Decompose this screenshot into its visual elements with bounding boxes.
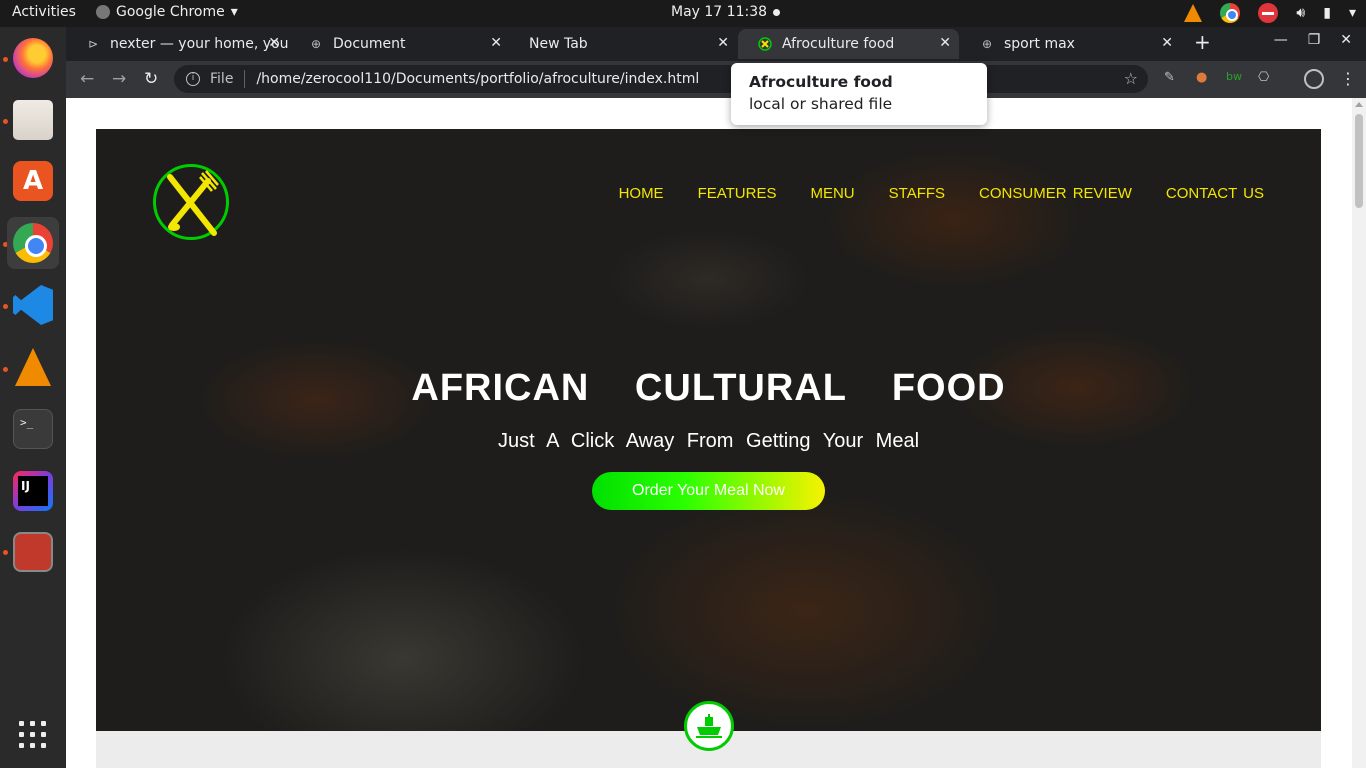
nav-staffs[interactable]: STAFFS — [889, 185, 945, 202]
scroll-up-arrow-icon[interactable] — [1355, 102, 1363, 107]
dock-vscode[interactable] — [7, 279, 59, 331]
tab-title: Document — [333, 36, 406, 52]
google-chrome-icon — [13, 223, 53, 263]
extension-pen-icon[interactable]: ✎ — [1164, 70, 1175, 85]
nav-menu[interactable]: MENU — [810, 185, 854, 202]
close-icon[interactable]: ✕ — [717, 35, 729, 51]
site-nav: HOME FEATURES MENU STAFFS CONSUMER REVIE… — [619, 185, 1264, 202]
do-not-disturb-icon[interactable] — [1258, 3, 1279, 23]
chrome-app-icon — [96, 5, 110, 19]
tab-sport-max[interactable]: ⊕ sport max ✕ — [960, 29, 1181, 59]
back-arrow-icon[interactable]: ← — [80, 69, 94, 89]
tab-title: New Tab — [529, 36, 588, 52]
show-applications-icon[interactable] — [19, 721, 47, 749]
globe-icon: ⊕ — [981, 37, 993, 51]
nav-contact-us[interactable]: CONTACT US — [1166, 185, 1264, 202]
tab-afroculture-food[interactable]: Afroculture food ✕ — [738, 29, 959, 59]
app-menu[interactable]: Google Chrome ▾ — [96, 4, 238, 20]
close-icon[interactable]: ✕ — [939, 35, 951, 51]
play-chevron-icon: ⊳ — [87, 37, 99, 51]
intellij-icon: IJ — [13, 471, 53, 511]
app-menu-label: Google Chrome — [116, 4, 225, 20]
dock-files[interactable] — [7, 94, 59, 146]
reload-icon[interactable]: ↻ — [144, 69, 158, 89]
files-icon — [13, 100, 53, 140]
chrome-tray-icon[interactable] — [1220, 3, 1241, 23]
kebab-menu-icon[interactable]: ⋮ — [1340, 69, 1356, 88]
close-window-icon[interactable]: ✕ — [1340, 32, 1352, 48]
tab-document[interactable]: ⊕ Document ✕ — [289, 29, 510, 59]
dock-ubuntu-software[interactable]: A — [7, 155, 59, 207]
nav-home[interactable]: HOME — [619, 185, 664, 202]
forward-arrow-icon[interactable]: → — [112, 69, 126, 89]
dock-vlc[interactable] — [7, 341, 59, 393]
system-tray: 🔊︎ ▮ ▾ — [1184, 3, 1356, 23]
volume-icon[interactable]: 🔊︎ — [1296, 5, 1305, 21]
hero-headline: AFRICAN CULTURAL FOOD — [411, 367, 1006, 409]
info-icon[interactable]: i — [186, 72, 200, 86]
restore-icon[interactable]: ❐ — [1308, 32, 1321, 48]
minimize-icon[interactable]: — — [1274, 32, 1288, 48]
system-menu-chevron-icon[interactable]: ▾ — [1349, 5, 1356, 21]
clock[interactable]: May 17 11:38 — [671, 4, 781, 20]
fork-knife-logo-icon — [758, 37, 772, 51]
dock-google-chrome[interactable] — [7, 217, 59, 269]
close-icon[interactable]: ✕ — [490, 35, 502, 51]
ubuntu-dock: A >_ IJ — [0, 27, 66, 768]
hero-section: HOME FEATURES MENU STAFFS CONSUMER REVIE… — [96, 129, 1321, 731]
profile-avatar-icon[interactable] — [1304, 69, 1324, 89]
url-scheme: File — [210, 71, 234, 87]
dock-red-app[interactable] — [7, 526, 59, 578]
dock-firefox[interactable] — [7, 32, 59, 84]
chevron-down-icon: ▾ — [230, 4, 238, 20]
dock-intellij[interactable]: IJ — [7, 465, 59, 517]
hover-card-subtitle: local or shared file — [749, 95, 893, 113]
vlc-tray-icon[interactable] — [1184, 4, 1203, 22]
firefox-icon — [13, 38, 53, 78]
tab-title: Afroculture food — [782, 36, 895, 52]
tab-nexter[interactable]: ⊳ nexter — your home, your freedom ✕ — [66, 29, 288, 59]
page-viewport: HOME FEATURES MENU STAFFS CONSUMER REVIE… — [66, 98, 1352, 768]
vscode-icon — [13, 285, 53, 325]
chrome-toolbar: ← → ↻ i File /home/zerocool110/Documents… — [66, 61, 1366, 98]
gnome-top-bar: Activities Google Chrome ▾ May 17 11:38 … — [0, 0, 1366, 27]
window-controls: — ❐ ✕ — [1274, 32, 1352, 48]
cookie-extension-icon[interactable]: ● — [1196, 70, 1207, 85]
address-bar[interactable]: i File /home/zerocool110/Documents/portf… — [174, 65, 1148, 93]
dock-terminal[interactable]: >_ — [7, 403, 59, 455]
page-scrollbar[interactable] — [1352, 98, 1366, 768]
url-text[interactable]: /home/zerocool110/Documents/portfolio/af… — [256, 71, 699, 87]
nav-consumer-review[interactable]: CONSUMER REVIEW — [979, 185, 1132, 202]
bookmark-star-icon[interactable]: ☆ — [1124, 69, 1138, 88]
hover-card-title: Afroculture food — [749, 73, 893, 91]
hero-subline: Just A Click Away From Getting Your Meal — [497, 430, 920, 452]
terminal-icon: >_ — [13, 409, 53, 449]
globe-icon: ⊕ — [310, 37, 322, 51]
nav-features[interactable]: FEATURES — [698, 185, 777, 202]
vlc-icon — [15, 348, 51, 386]
chrome-tab-strip: ⊳ nexter — your home, your freedom ✕ ⊕ D… — [66, 27, 1366, 61]
order-meal-button[interactable]: Order Your Meal Now — [592, 472, 825, 510]
food-delivery-icon — [684, 701, 734, 751]
activities-button[interactable]: Activities — [12, 4, 76, 20]
clock-label: May 17 11:38 — [671, 4, 768, 20]
scrollbar-thumb[interactable] — [1355, 114, 1363, 208]
site-logo-icon[interactable] — [153, 164, 229, 240]
close-icon[interactable]: ✕ — [1161, 35, 1173, 51]
tab-new-tab[interactable]: New Tab ✕ — [511, 29, 737, 59]
battery-icon[interactable]: ▮ — [1323, 5, 1331, 21]
notification-dot-icon — [773, 8, 781, 16]
extension-puzzle-icon[interactable]: ⎔ — [1258, 70, 1269, 85]
red-app-icon — [13, 532, 53, 572]
ubuntu-software-icon: A — [13, 161, 53, 201]
tab-title: nexter — your home, your freedom — [110, 36, 288, 52]
tab-title: sport max — [1004, 36, 1075, 52]
close-icon[interactable]: ✕ — [268, 35, 280, 51]
new-tab-plus-icon[interactable]: + — [1194, 30, 1211, 54]
extension-bw-icon[interactable]: bw — [1226, 70, 1242, 83]
tab-hover-card: Afroculture food local or shared file — [731, 63, 987, 125]
